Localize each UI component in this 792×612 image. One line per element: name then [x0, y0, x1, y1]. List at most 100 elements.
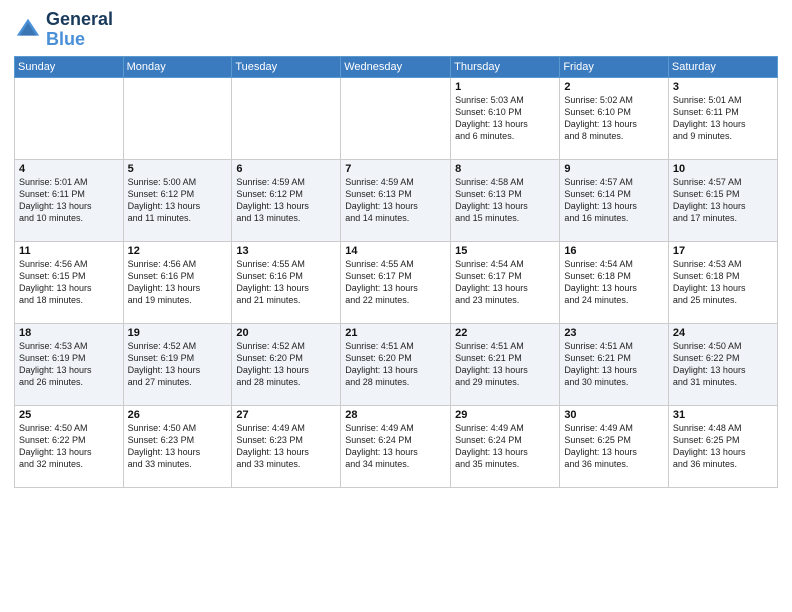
- weekday-monday: Monday: [123, 56, 232, 77]
- calendar-cell: 10Sunrise: 4:57 AM Sunset: 6:15 PM Dayli…: [668, 159, 777, 241]
- weekday-saturday: Saturday: [668, 56, 777, 77]
- calendar-cell: 4Sunrise: 5:01 AM Sunset: 6:11 PM Daylig…: [15, 159, 124, 241]
- weekday-friday: Friday: [560, 56, 669, 77]
- calendar-cell: 7Sunrise: 4:59 AM Sunset: 6:13 PM Daylig…: [341, 159, 451, 241]
- day-info: Sunrise: 5:03 AM Sunset: 6:10 PM Dayligh…: [455, 94, 555, 143]
- calendar-cell: 26Sunrise: 4:50 AM Sunset: 6:23 PM Dayli…: [123, 405, 232, 487]
- day-info: Sunrise: 4:50 AM Sunset: 6:22 PM Dayligh…: [673, 340, 773, 389]
- day-number: 28: [345, 409, 446, 421]
- calendar-cell: 24Sunrise: 4:50 AM Sunset: 6:22 PM Dayli…: [668, 323, 777, 405]
- calendar-cell: 5Sunrise: 5:00 AM Sunset: 6:12 PM Daylig…: [123, 159, 232, 241]
- day-info: Sunrise: 4:49 AM Sunset: 6:23 PM Dayligh…: [236, 422, 336, 471]
- calendar-cell: [123, 77, 232, 159]
- calendar-cell: 29Sunrise: 4:49 AM Sunset: 6:24 PM Dayli…: [451, 405, 560, 487]
- week-row-1: 1Sunrise: 5:03 AM Sunset: 6:10 PM Daylig…: [15, 77, 778, 159]
- day-info: Sunrise: 4:58 AM Sunset: 6:13 PM Dayligh…: [455, 176, 555, 225]
- day-number: 2: [564, 81, 664, 93]
- day-number: 3: [673, 81, 773, 93]
- calendar-cell: 23Sunrise: 4:51 AM Sunset: 6:21 PM Dayli…: [560, 323, 669, 405]
- day-number: 5: [128, 163, 228, 175]
- day-number: 10: [673, 163, 773, 175]
- day-info: Sunrise: 4:59 AM Sunset: 6:13 PM Dayligh…: [345, 176, 446, 225]
- day-number: 15: [455, 245, 555, 257]
- calendar-cell: 13Sunrise: 4:55 AM Sunset: 6:16 PM Dayli…: [232, 241, 341, 323]
- day-info: Sunrise: 4:51 AM Sunset: 6:21 PM Dayligh…: [455, 340, 555, 389]
- calendar-cell: 17Sunrise: 4:53 AM Sunset: 6:18 PM Dayli…: [668, 241, 777, 323]
- day-number: 23: [564, 327, 664, 339]
- calendar-cell: 27Sunrise: 4:49 AM Sunset: 6:23 PM Dayli…: [232, 405, 341, 487]
- calendar-cell: [232, 77, 341, 159]
- calendar-cell: 11Sunrise: 4:56 AM Sunset: 6:15 PM Dayli…: [15, 241, 124, 323]
- calendar-cell: 25Sunrise: 4:50 AM Sunset: 6:22 PM Dayli…: [15, 405, 124, 487]
- weekday-thursday: Thursday: [451, 56, 560, 77]
- day-info: Sunrise: 4:57 AM Sunset: 6:14 PM Dayligh…: [564, 176, 664, 225]
- day-number: 21: [345, 327, 446, 339]
- day-number: 24: [673, 327, 773, 339]
- weekday-wednesday: Wednesday: [341, 56, 451, 77]
- calendar-cell: 15Sunrise: 4:54 AM Sunset: 6:17 PM Dayli…: [451, 241, 560, 323]
- day-number: 31: [673, 409, 773, 421]
- day-info: Sunrise: 4:50 AM Sunset: 6:22 PM Dayligh…: [19, 422, 119, 471]
- day-number: 20: [236, 327, 336, 339]
- week-row-3: 11Sunrise: 4:56 AM Sunset: 6:15 PM Dayli…: [15, 241, 778, 323]
- day-info: Sunrise: 4:55 AM Sunset: 6:17 PM Dayligh…: [345, 258, 446, 307]
- day-info: Sunrise: 4:54 AM Sunset: 6:17 PM Dayligh…: [455, 258, 555, 307]
- day-number: 7: [345, 163, 446, 175]
- logo: General Blue: [14, 10, 113, 50]
- day-info: Sunrise: 4:51 AM Sunset: 6:21 PM Dayligh…: [564, 340, 664, 389]
- weekday-sunday: Sunday: [15, 56, 124, 77]
- day-info: Sunrise: 4:54 AM Sunset: 6:18 PM Dayligh…: [564, 258, 664, 307]
- day-number: 14: [345, 245, 446, 257]
- day-number: 9: [564, 163, 664, 175]
- calendar-cell: 9Sunrise: 4:57 AM Sunset: 6:14 PM Daylig…: [560, 159, 669, 241]
- day-info: Sunrise: 4:55 AM Sunset: 6:16 PM Dayligh…: [236, 258, 336, 307]
- day-number: 30: [564, 409, 664, 421]
- day-number: 18: [19, 327, 119, 339]
- page-container: General Blue SundayMondayTuesdayWednesda…: [0, 0, 792, 612]
- day-number: 1: [455, 81, 555, 93]
- day-number: 22: [455, 327, 555, 339]
- day-info: Sunrise: 5:00 AM Sunset: 6:12 PM Dayligh…: [128, 176, 228, 225]
- day-number: 13: [236, 245, 336, 257]
- day-info: Sunrise: 5:01 AM Sunset: 6:11 PM Dayligh…: [673, 94, 773, 143]
- day-number: 16: [564, 245, 664, 257]
- week-row-4: 18Sunrise: 4:53 AM Sunset: 6:19 PM Dayli…: [15, 323, 778, 405]
- day-info: Sunrise: 4:49 AM Sunset: 6:24 PM Dayligh…: [455, 422, 555, 471]
- day-number: 8: [455, 163, 555, 175]
- calendar-cell: 3Sunrise: 5:01 AM Sunset: 6:11 PM Daylig…: [668, 77, 777, 159]
- day-info: Sunrise: 4:57 AM Sunset: 6:15 PM Dayligh…: [673, 176, 773, 225]
- day-info: Sunrise: 4:56 AM Sunset: 6:15 PM Dayligh…: [19, 258, 119, 307]
- calendar-cell: 30Sunrise: 4:49 AM Sunset: 6:25 PM Dayli…: [560, 405, 669, 487]
- calendar-cell: 31Sunrise: 4:48 AM Sunset: 6:25 PM Dayli…: [668, 405, 777, 487]
- calendar-cell: 2Sunrise: 5:02 AM Sunset: 6:10 PM Daylig…: [560, 77, 669, 159]
- day-info: Sunrise: 4:56 AM Sunset: 6:16 PM Dayligh…: [128, 258, 228, 307]
- day-info: Sunrise: 4:59 AM Sunset: 6:12 PM Dayligh…: [236, 176, 336, 225]
- calendar-cell: 19Sunrise: 4:52 AM Sunset: 6:19 PM Dayli…: [123, 323, 232, 405]
- calendar-cell: 6Sunrise: 4:59 AM Sunset: 6:12 PM Daylig…: [232, 159, 341, 241]
- calendar-cell: 20Sunrise: 4:52 AM Sunset: 6:20 PM Dayli…: [232, 323, 341, 405]
- logo-icon: [14, 16, 42, 44]
- calendar-cell: [15, 77, 124, 159]
- day-info: Sunrise: 4:50 AM Sunset: 6:23 PM Dayligh…: [128, 422, 228, 471]
- day-number: 17: [673, 245, 773, 257]
- day-info: Sunrise: 4:49 AM Sunset: 6:25 PM Dayligh…: [564, 422, 664, 471]
- page-header: General Blue: [14, 10, 778, 50]
- day-info: Sunrise: 4:51 AM Sunset: 6:20 PM Dayligh…: [345, 340, 446, 389]
- calendar-cell: 22Sunrise: 4:51 AM Sunset: 6:21 PM Dayli…: [451, 323, 560, 405]
- day-info: Sunrise: 4:49 AM Sunset: 6:24 PM Dayligh…: [345, 422, 446, 471]
- calendar-cell: 8Sunrise: 4:58 AM Sunset: 6:13 PM Daylig…: [451, 159, 560, 241]
- day-number: 12: [128, 245, 228, 257]
- day-number: 19: [128, 327, 228, 339]
- day-number: 26: [128, 409, 228, 421]
- week-row-2: 4Sunrise: 5:01 AM Sunset: 6:11 PM Daylig…: [15, 159, 778, 241]
- calendar-cell: 14Sunrise: 4:55 AM Sunset: 6:17 PM Dayli…: [341, 241, 451, 323]
- calendar-cell: 1Sunrise: 5:03 AM Sunset: 6:10 PM Daylig…: [451, 77, 560, 159]
- day-info: Sunrise: 4:52 AM Sunset: 6:19 PM Dayligh…: [128, 340, 228, 389]
- calendar-table: SundayMondayTuesdayWednesdayThursdayFrid…: [14, 56, 778, 488]
- day-info: Sunrise: 4:53 AM Sunset: 6:19 PM Dayligh…: [19, 340, 119, 389]
- day-info: Sunrise: 5:02 AM Sunset: 6:10 PM Dayligh…: [564, 94, 664, 143]
- calendar-cell: 16Sunrise: 4:54 AM Sunset: 6:18 PM Dayli…: [560, 241, 669, 323]
- day-number: 11: [19, 245, 119, 257]
- day-number: 29: [455, 409, 555, 421]
- day-number: 4: [19, 163, 119, 175]
